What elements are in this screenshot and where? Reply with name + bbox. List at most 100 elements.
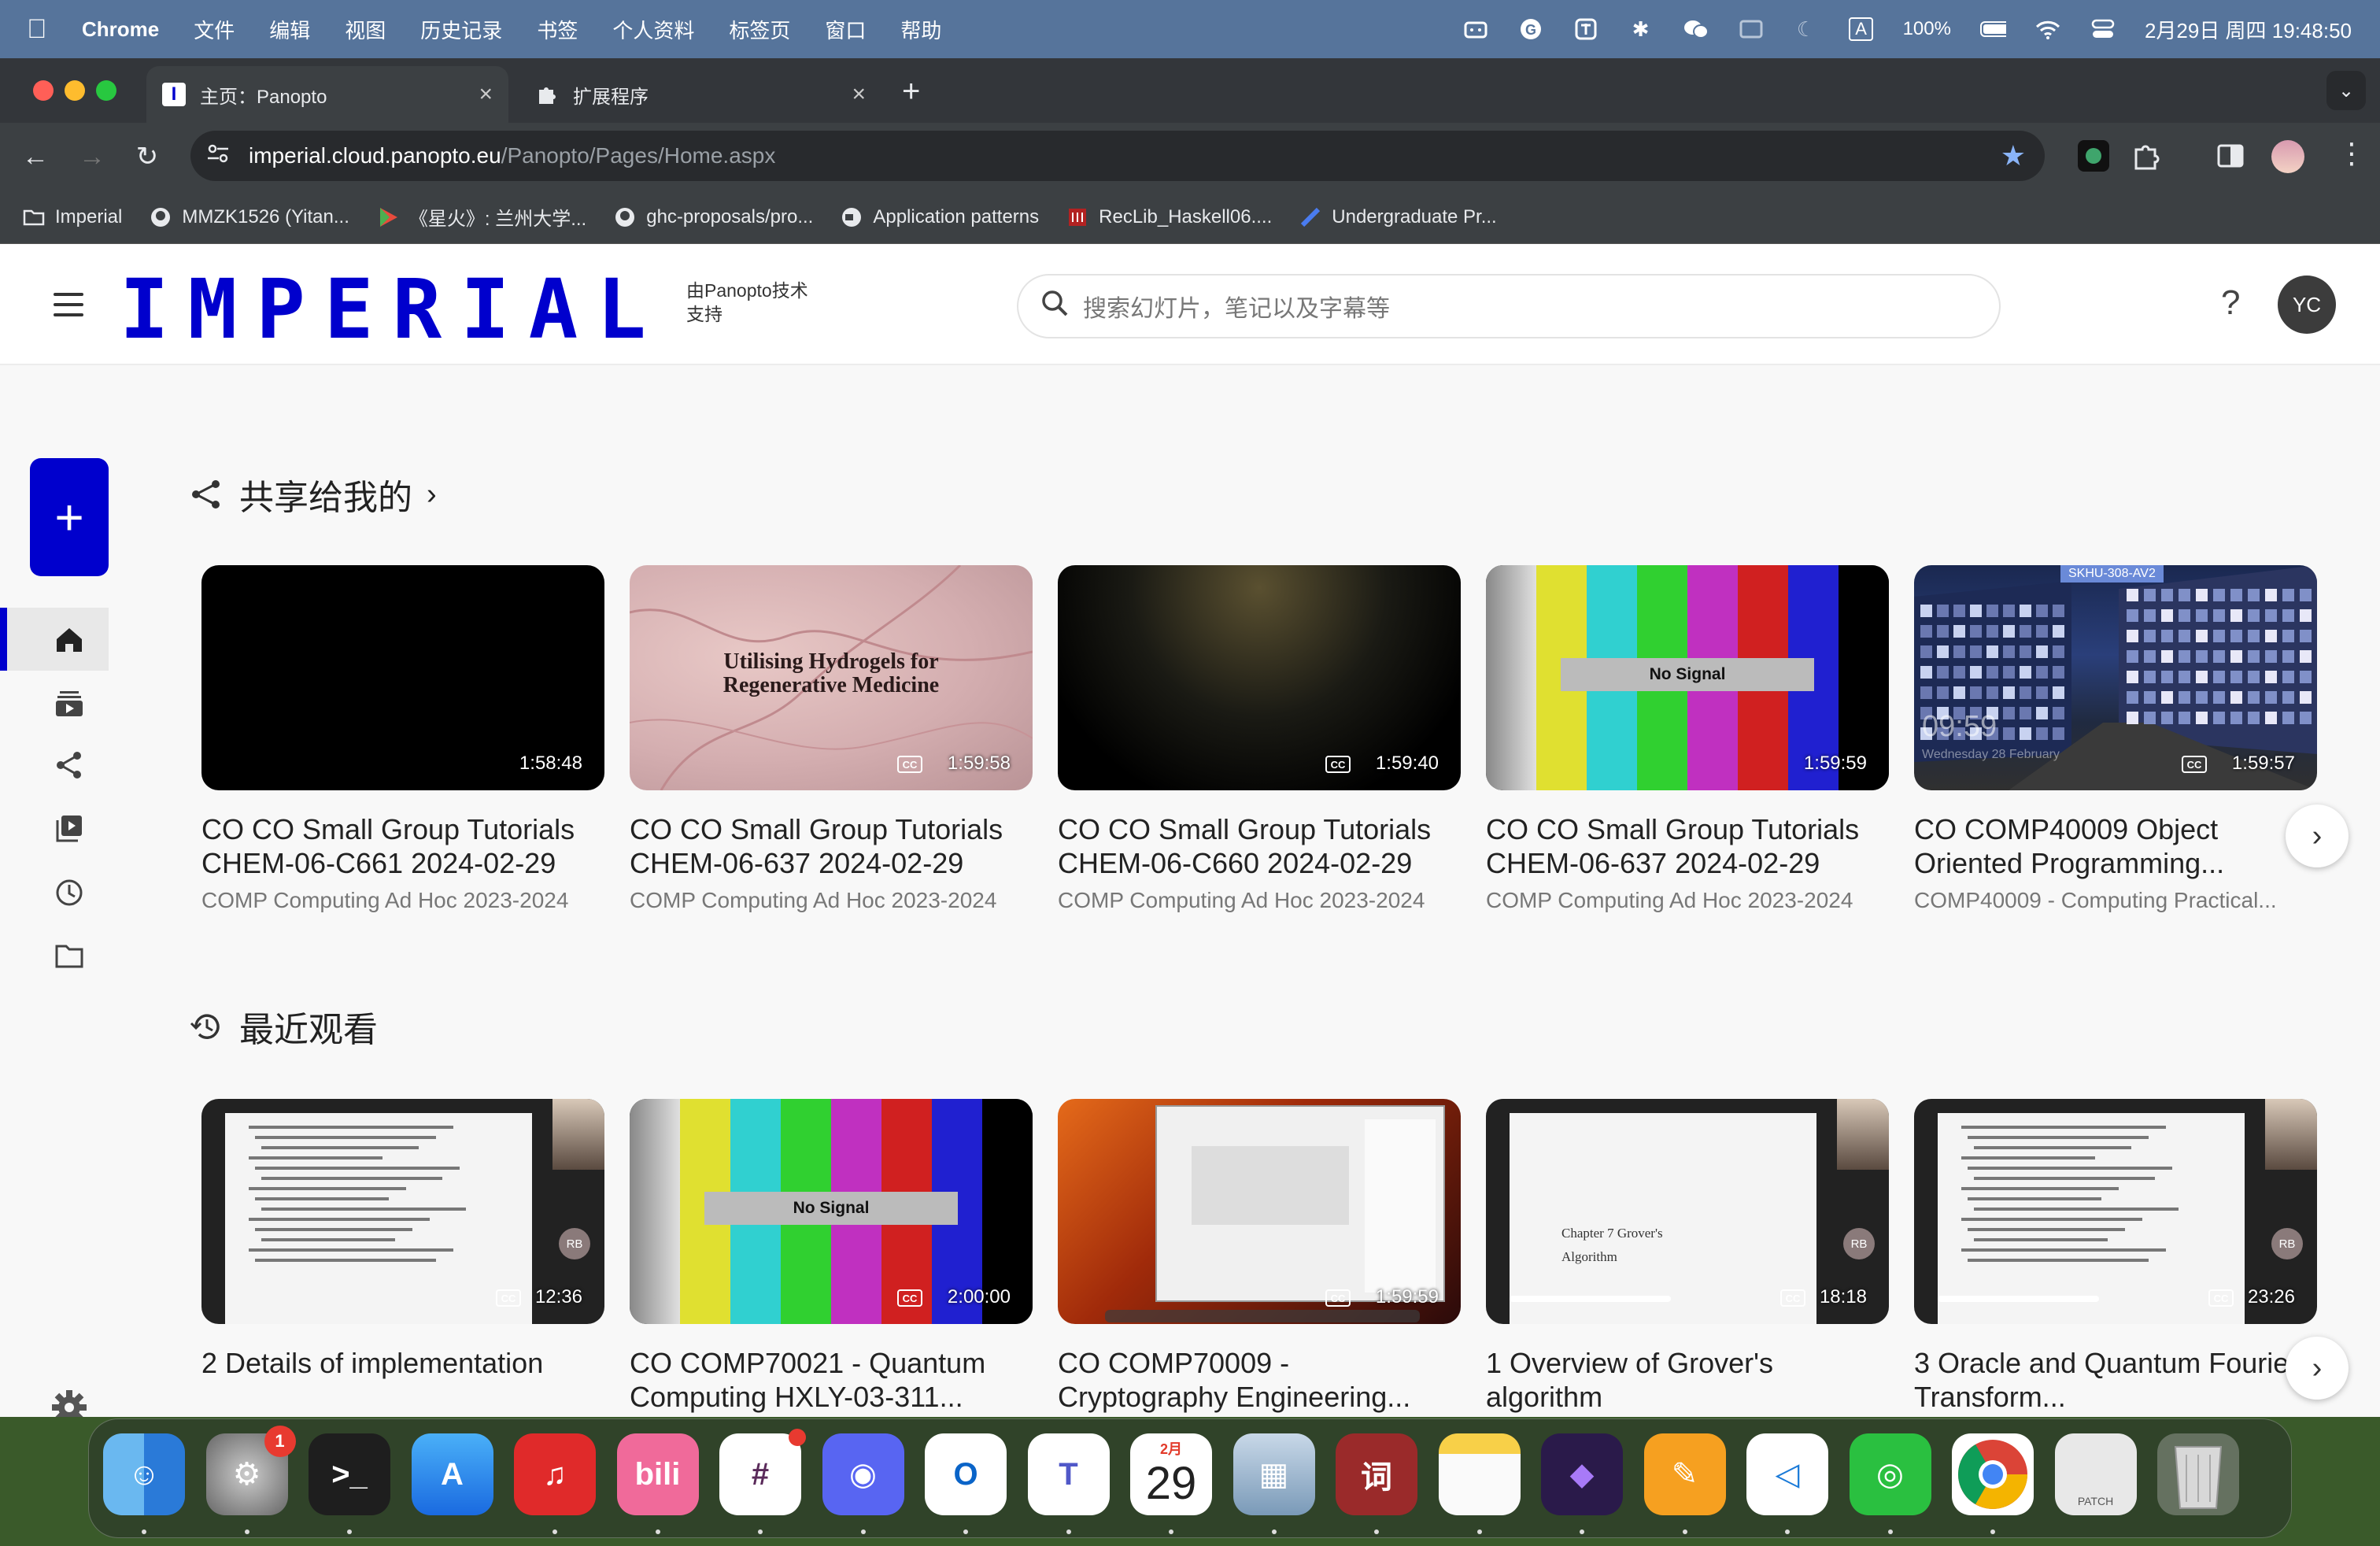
video-title[interactable]: 1 Overview of Grover's algorithm	[1486, 1346, 1889, 1414]
video-folder[interactable]: COMP40009 - Computing Practical...	[1914, 888, 2317, 913]
side-panel-icon[interactable]	[2216, 142, 2245, 170]
patch-file-icon[interactable]: PATCH	[2054, 1433, 2137, 1515]
video-card[interactable]: RB 23:26 CC 3 Oracle and Quantum Fourier Tr…	[1914, 1099, 2317, 1417]
wifi-icon[interactable]	[2034, 17, 2061, 41]
bluetooth-icon[interactable]: ✱	[1628, 17, 1654, 41]
discord-icon[interactable]: ◉	[822, 1433, 904, 1515]
video-card[interactable]: 1:59:59 CC CO COMP70009 - Cryptography Eng…	[1058, 1099, 1461, 1417]
hamburger-menu-icon[interactable]	[54, 293, 83, 316]
profile-avatar-icon[interactable]	[2271, 140, 2304, 173]
video-title[interactable]: CO CO Small Group Tutorials CHEM-06-C661…	[201, 812, 604, 880]
video-title[interactable]: 2 Details of implementation	[201, 1346, 604, 1414]
video-thumbnail[interactable]: 1:59:40 CC	[1058, 565, 1461, 790]
bookmark-ghc-proposals[interactable]: ghc-proposals/pro...	[613, 205, 813, 229]
menu-tabs[interactable]: 标签页	[729, 15, 790, 44]
video-thumbnail[interactable]: Chapter 7 Grover's Algorithm RB 18:18 CC	[1486, 1099, 1889, 1324]
video-thumbnail[interactable]: 1:58:48	[201, 565, 604, 790]
video-thumbnail[interactable]: No Signal 1:59:59	[1486, 565, 1889, 790]
video-card[interactable]: Chapter 7 Grover's Algorithm RB 18:18 CC 1 O…	[1486, 1099, 1889, 1417]
trash-icon[interactable]	[2157, 1433, 2239, 1515]
notes-icon[interactable]	[1438, 1433, 1521, 1515]
video-card[interactable]: 1:59:40 CC CO CO Small Group Tutorials CHE…	[1058, 565, 1461, 913]
bookmark-reclib[interactable]: RecLib_Haskell06....	[1066, 205, 1272, 229]
help-icon[interactable]: ?	[2221, 283, 2240, 323]
sidebar-item-folders[interactable]	[31, 924, 107, 987]
tab-extensions[interactable]: 扩展程序 ×	[519, 66, 881, 123]
preview-icon[interactable]: ▦	[1232, 1433, 1315, 1515]
video-title[interactable]: CO CO Small Group Tutorials CHEM-06-637 …	[1486, 812, 1889, 880]
calendar-icon[interactable]: 2月 29	[1130, 1433, 1212, 1515]
address-bar[interactable]: imperial.cloud.panopto.eu/Panopto/Pages/…	[190, 131, 2045, 181]
battery-app-icon[interactable]	[1462, 17, 1489, 41]
video-folder[interactable]: COMP Computing Ad Hoc 2023-2024	[1058, 888, 1461, 913]
menu-app-chrome[interactable]: Chrome	[82, 17, 159, 42]
video-card[interactable]: Utilising Hydrogels for Regenerative Med…	[630, 565, 1033, 913]
tab-search-button[interactable]: ⌄	[2326, 71, 2366, 110]
video-title[interactable]: 3 Oracle and Quantum Fourier Transform..…	[1914, 1346, 2317, 1414]
tab-close-icon[interactable]: ×	[479, 81, 493, 108]
video-card[interactable]: No Signal 1:59:59 CO CO Small Group Tutori…	[1486, 565, 1889, 913]
tab-close-icon[interactable]: ×	[852, 81, 866, 108]
sidebar-item-shared[interactable]	[31, 734, 107, 797]
video-thumbnail[interactable]: RB 23:26 CC	[1914, 1099, 2317, 1324]
obsidian-icon[interactable]: ◆	[1541, 1433, 1623, 1515]
minimize-window-button[interactable]	[65, 80, 85, 101]
video-title[interactable]: CO CO Small Group Tutorials CHEM-06-C660…	[1058, 812, 1461, 880]
carousel-next-button[interactable]: ›	[2286, 1337, 2349, 1400]
sidebar-toggle-icon[interactable]	[1738, 17, 1765, 41]
input-method-icon[interactable]: A	[1848, 17, 1875, 41]
dictionary-icon[interactable]: 词	[1336, 1433, 1417, 1515]
back-arrow-icon[interactable]: ←	[16, 137, 55, 176]
apple-menu-icon[interactable]: 	[27, 14, 55, 45]
video-card[interactable]: RB12:36CC2 Details of implementationvide…	[201, 1099, 604, 1417]
focus-moon-icon[interactable]: ☾	[1793, 17, 1820, 41]
video-card[interactable]: 1:58:48 CO CO Small Group Tutorials CHEM-…	[201, 565, 604, 913]
video-card[interactable]: SKHU-308-AV2 09:59 Wednesday 28 February 1:…	[1914, 565, 2317, 913]
imperial-logo[interactable]: IMPERIAL	[120, 261, 665, 357]
chrome-icon[interactable]	[1952, 1433, 2034, 1515]
bookmark-imperial[interactable]: Imperial	[22, 205, 122, 229]
menu-view[interactable]: 视图	[345, 15, 386, 44]
bookmark-application-patterns[interactable]: Application patterns	[840, 205, 1039, 229]
tab-panopto-home[interactable]: I 主页：Panopto ×	[146, 66, 508, 123]
sidebar-item-home[interactable]	[31, 608, 107, 671]
sidebar-item-history[interactable]	[31, 861, 107, 924]
video-thumbnail[interactable]: Utilising Hydrogels for Regenerative Med…	[630, 565, 1033, 790]
zoom-window-button[interactable]	[96, 80, 116, 101]
section-shared-title[interactable]: 共享给我的 ›	[189, 469, 437, 520]
reload-icon[interactable]: ↻	[128, 137, 167, 176]
terminal-icon[interactable]: >_	[309, 1433, 390, 1515]
gear-icon[interactable]	[44, 1382, 94, 1417]
new-tab-button[interactable]: +	[902, 74, 920, 109]
menu-profiles[interactable]: 个人资料	[612, 15, 694, 44]
sidebar-item-subscriptions[interactable]	[31, 672, 107, 735]
video-title[interactable]: CO COMP40009 Object Oriented Programming…	[1914, 812, 2317, 880]
finder-icon[interactable]: ☺	[103, 1433, 185, 1515]
menu-file[interactable]: 文件	[194, 15, 235, 44]
extensions-puzzle-icon[interactable]	[2131, 140, 2163, 172]
chrome-menu-icon[interactable]: ⋮	[2338, 137, 2366, 170]
slack-icon[interactable]: #	[719, 1429, 806, 1515]
wechat-tray-icon[interactable]	[1683, 17, 1709, 41]
video-title[interactable]: CO CO Small Group Tutorials CHEM-06-637 …	[630, 812, 1033, 880]
pages-icon[interactable]: ✎	[1643, 1433, 1726, 1515]
netease-music-icon[interactable]: ♫	[514, 1433, 596, 1515]
forward-arrow-icon[interactable]: →	[72, 137, 112, 176]
bookmark-xinghuo[interactable]: 《星火》: 兰州大学...	[376, 203, 586, 231]
user-avatar[interactable]: YC	[2278, 276, 2336, 334]
translate-icon[interactable]	[1572, 17, 1599, 41]
menu-window[interactable]: 窗口	[825, 15, 866, 44]
battery-icon[interactable]	[1979, 17, 2006, 41]
vscode-icon[interactable]: ◁	[1746, 1433, 1828, 1515]
menu-bookmarks[interactable]: 书签	[537, 15, 578, 44]
video-folder[interactable]: COMP Computing Ad Hoc 2023-2024	[630, 888, 1033, 913]
site-settings-icon[interactable]	[206, 143, 235, 169]
video-folder[interactable]: COMP Computing Ad Hoc 2023-2024	[201, 888, 604, 913]
create-button[interactable]: +	[30, 458, 109, 576]
menubar-clock[interactable]: 2月29日 周四 19:48:50	[2145, 15, 2352, 44]
close-window-button[interactable]	[33, 80, 54, 101]
video-thumbnail[interactable]: 1:59:59 CC	[1058, 1099, 1461, 1324]
video-card[interactable]: No Signal 2:00:00 CC CO COMP70021 - Quantum…	[630, 1099, 1033, 1417]
menu-edit[interactable]: 编辑	[269, 15, 310, 44]
bookmark-undergraduate[interactable]: Undergraduate Pr...	[1299, 205, 1497, 229]
